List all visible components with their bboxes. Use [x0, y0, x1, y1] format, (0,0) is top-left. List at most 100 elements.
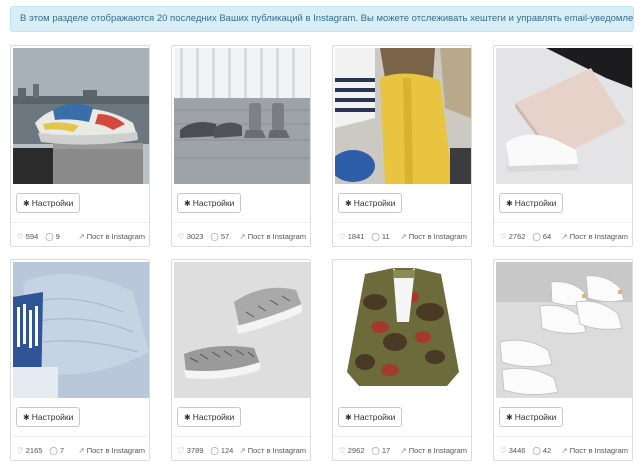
instagram-post-link[interactable]: ↗ Пост в Instagram [78, 446, 145, 455]
info-alert: В этом разделе отображаются 20 последних… [10, 6, 634, 32]
settings-button[interactable]: ✱ Настройки [499, 407, 564, 427]
gear-icon: ✱ [184, 413, 191, 422]
comments-count: 42 [542, 445, 552, 455]
comments-count: 11 [381, 231, 390, 241]
post-card: ✱ Настройки ♡ 2962 ◯ 17 ↗ Пост в Instagram [332, 259, 472, 461]
post-image[interactable] [496, 262, 632, 398]
card-divider [172, 222, 310, 223]
instagram-post-link[interactable]: ↗ Пост в Instagram [239, 232, 306, 241]
external-link-icon: ↗ [561, 231, 568, 241]
gear-icon: ✱ [184, 199, 191, 208]
external-link-icon: ↗ [78, 445, 85, 455]
heart-icon: ♡ [339, 445, 346, 455]
external-link-icon: ↗ [239, 231, 246, 241]
instagram-post-link[interactable]: ↗ Пост в Instagram [78, 232, 145, 241]
post-stats: ♡ 2762 ◯ 64 ↗ Пост в Instagram [500, 230, 628, 242]
comment-icon: ◯ [371, 231, 380, 241]
comment-icon: ◯ [532, 445, 541, 455]
comments-count: 124 [220, 445, 234, 455]
gear-icon: ✱ [23, 413, 30, 422]
instagram-post-link[interactable]: ↗ Пост в Instagram [239, 446, 306, 455]
card-divider [494, 436, 632, 437]
instagram-post-link[interactable]: ↗ Пост в Instagram [400, 446, 467, 455]
settings-button[interactable]: ✱ Настройки [16, 193, 81, 213]
likes-count: 1841 [347, 231, 365, 241]
post-stats: ♡ 594 ◯ 9 ↗ Пост в Instagram [17, 230, 145, 242]
post-image[interactable] [13, 262, 149, 398]
post-card: ✱ Настройки ♡ 3023 ◯ 57 ↗ Пост в Instagram [171, 45, 311, 247]
external-link-icon: ↗ [400, 231, 407, 241]
settings-button[interactable]: ✱ Настройки [499, 193, 564, 213]
post-stats: ♡ 3789 ◯ 124 ↗ Пост в Instagram [178, 444, 306, 456]
post-image[interactable] [335, 48, 471, 184]
post-image[interactable] [13, 48, 149, 184]
post-card: ✱ Настройки ♡ 3789 ◯ 124 ↗ Пост в Instagram [171, 259, 311, 461]
comments-count: 64 [542, 231, 552, 241]
post-stats: ♡ 1841 ◯ 11 ↗ Пост в Instagram [339, 230, 467, 242]
settings-label: Настройки [514, 198, 557, 208]
gear-icon: ✱ [506, 199, 513, 208]
comments-count: 17 [381, 445, 391, 455]
external-link-icon: ↗ [400, 445, 407, 455]
post-link-label: Пост в Instagram [86, 445, 145, 455]
instagram-post-link[interactable]: ↗ Пост в Instagram [561, 232, 628, 241]
post-stats: ♡ 3446 ◯ 42 ↗ Пост в Instagram [500, 444, 628, 456]
comment-icon: ◯ [532, 231, 541, 241]
card-divider [11, 436, 149, 437]
settings-button[interactable]: ✱ Настройки [177, 407, 242, 427]
external-link-icon: ↗ [239, 445, 246, 455]
settings-label: Настройки [192, 198, 235, 208]
post-image[interactable] [496, 48, 632, 184]
post-link-label: Пост в Instagram [408, 445, 467, 455]
heart-icon: ♡ [500, 231, 507, 241]
card-divider [172, 436, 310, 437]
comment-icon: ◯ [45, 231, 54, 241]
comments-count: 57 [220, 231, 230, 241]
comment-icon: ◯ [371, 445, 380, 455]
card-divider [11, 222, 149, 223]
comments-count: 9 [55, 231, 60, 241]
comment-icon: ◯ [49, 445, 58, 455]
settings-button[interactable]: ✱ Настройки [338, 407, 403, 427]
post-card: ✱ Настройки ♡ 2762 ◯ 64 ↗ Пост в Instagram [493, 45, 633, 247]
settings-label: Настройки [192, 412, 235, 422]
info-text: В этом разделе отображаются 20 последних… [20, 13, 634, 24]
post-image[interactable] [174, 262, 310, 398]
likes-count: 2165 [25, 445, 43, 455]
heart-icon: ♡ [339, 231, 346, 241]
settings-label: Настройки [31, 198, 74, 208]
card-divider [333, 436, 471, 437]
settings-button[interactable]: ✱ Настройки [177, 193, 242, 213]
heart-icon: ♡ [178, 231, 185, 241]
instagram-post-link[interactable]: ↗ Пост в Instagram [400, 232, 467, 241]
gear-icon: ✱ [345, 413, 352, 422]
instagram-post-link[interactable]: ↗ Пост в Instagram [561, 446, 628, 455]
post-link-label: Пост в Instagram [569, 445, 628, 455]
post-stats: ♡ 2165 ◯ 7 ↗ Пост в Instagram [17, 444, 145, 456]
post-link-label: Пост в Instagram [247, 231, 306, 241]
gear-icon: ✱ [506, 413, 513, 422]
heart-icon: ♡ [500, 445, 507, 455]
post-link-label: Пост в Instagram [247, 445, 306, 455]
settings-button[interactable]: ✱ Настройки [338, 193, 403, 213]
likes-count: 594 [25, 231, 39, 241]
likes-count: 3446 [508, 445, 526, 455]
likes-count: 2962 [347, 445, 365, 455]
post-link-label: Пост в Instagram [569, 231, 628, 241]
settings-button[interactable]: ✱ Настройки [16, 407, 81, 427]
settings-label: Настройки [353, 412, 396, 422]
comments-count: 7 [59, 445, 64, 455]
post-card: ✱ Настройки ♡ 2165 ◯ 7 ↗ Пост в Instagram [10, 259, 150, 461]
comment-icon: ◯ [210, 445, 219, 455]
likes-count: 3023 [186, 231, 204, 241]
settings-label: Настройки [353, 198, 396, 208]
post-card: ✱ Настройки ♡ 1841 ◯ 11 ↗ Пост в Instagram [332, 45, 472, 247]
card-divider [333, 222, 471, 223]
post-image[interactable] [174, 48, 310, 184]
post-image[interactable] [335, 262, 471, 398]
card-divider [494, 222, 632, 223]
post-stats: ♡ 2962 ◯ 17 ↗ Пост в Instagram [339, 444, 467, 456]
heart-icon: ♡ [17, 445, 24, 455]
comment-icon: ◯ [210, 231, 219, 241]
gear-icon: ✱ [345, 199, 352, 208]
